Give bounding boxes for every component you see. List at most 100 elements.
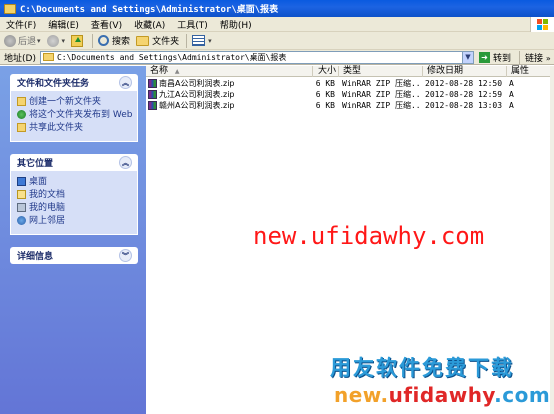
computer-icon	[17, 203, 26, 212]
new-folder-icon	[17, 97, 26, 106]
other-places-header[interactable]: 其它位置 ︽	[10, 154, 138, 171]
file-type: WinRAR ZIP 压缩...	[342, 101, 421, 110]
go-label: 转到	[492, 53, 511, 64]
panel-body: 创建一个新文件夹 将这个文件夹发布到 Web 共享此文件夹	[10, 91, 138, 142]
place-network[interactable]: 网上邻居	[17, 216, 133, 226]
go-button[interactable]: ➜ 转到	[478, 51, 511, 64]
file-modified: 2012-08-28 13:03	[425, 101, 503, 110]
task-label: 创建一个新文件夹	[29, 97, 102, 107]
column-type-label: 类型	[343, 66, 362, 76]
folders-button[interactable]: 文件夹	[136, 34, 179, 47]
winrar-zip-icon	[148, 101, 157, 110]
search-label: 搜索	[112, 37, 131, 47]
column-header-modified[interactable]: 修改日期	[423, 66, 507, 77]
file-modified: 2012-08-28 12:50	[425, 79, 503, 88]
menu-bar: 文件(F) 编辑(E) 查看(V) 收藏(A) 工具(T) 帮助(H)	[0, 17, 554, 32]
winrar-zip-icon	[148, 79, 157, 88]
column-header-attr[interactable]: 属性	[507, 66, 550, 77]
folder-up-icon	[71, 34, 84, 47]
file-modified: 2012-08-28 12:59	[425, 90, 503, 99]
toolbar-separator	[186, 33, 188, 48]
file-size: 6 KB	[315, 101, 335, 110]
sort-up-icon: ▲	[174, 68, 180, 75]
go-arrow-icon: ➜	[478, 51, 490, 63]
details-header[interactable]: 详细信息 ︾	[10, 247, 138, 264]
task-new-folder[interactable]: 创建一个新文件夹	[17, 97, 133, 107]
folder-icon	[42, 53, 54, 61]
place-label: 我的文档	[29, 190, 66, 200]
menu-view[interactable]: 查看(V)	[91, 18, 122, 31]
window-title: C:\Documents and Settings\Administrator\…	[20, 5, 279, 15]
file-row[interactable]: 赣州A公司利润表.zip 6 KB WinRAR ZIP 压缩... 2012-…	[146, 100, 550, 111]
address-bar: 地址(D) C:\Documents and Settings\Administ…	[0, 50, 554, 65]
file-name: 赣州A公司利润表.zip	[159, 101, 235, 110]
place-label: 我的电脑	[29, 203, 66, 213]
menu-favorites[interactable]: 收藏(A)	[134, 18, 165, 31]
back-button[interactable]: 后退 ▾	[4, 34, 41, 47]
address-input[interactable]: C:\Documents and Settings\Administrator\…	[39, 50, 474, 64]
file-type: WinRAR ZIP 压缩...	[342, 79, 421, 88]
watermark-url-part: .com	[494, 383, 551, 407]
file-row[interactable]: 南昌A公司利润表.zip 6 KB WinRAR ZIP 压缩... 2012-…	[146, 78, 550, 89]
panel-title: 详细信息	[17, 252, 54, 262]
chevron-right-double-icon: »	[545, 53, 551, 63]
search-button[interactable]: 搜索	[98, 34, 130, 47]
file-size: 6 KB	[315, 90, 335, 99]
menu-tools[interactable]: 工具(T)	[177, 18, 208, 31]
watermark-url-logo: new.ufidawhy.com	[334, 383, 550, 407]
file-name-cell: 九江A公司利润表.zip	[146, 89, 313, 100]
column-header-size[interactable]: 大小	[313, 66, 339, 77]
file-name: 南昌A公司利润表.zip	[159, 79, 235, 88]
menu-help[interactable]: 帮助(H)	[220, 18, 252, 31]
place-desktop[interactable]: 桌面	[17, 177, 133, 187]
documents-icon	[17, 190, 26, 199]
toolbar-separator	[92, 33, 94, 48]
place-my-computer[interactable]: 我的电脑	[17, 203, 133, 213]
file-name-cell: 南昌A公司利润表.zip	[146, 78, 313, 89]
chevron-down-icon: ▾	[37, 36, 41, 45]
column-header-name[interactable]: 名称 ▲	[146, 66, 313, 77]
vertical-scroll-track[interactable]	[550, 66, 554, 414]
file-folder-tasks-header[interactable]: 文件和文件夹任务 ︽	[10, 74, 138, 91]
folder-icon	[4, 3, 16, 14]
task-publish-web[interactable]: 将这个文件夹发布到 Web	[17, 110, 133, 120]
panel-title: 其它位置	[17, 159, 54, 169]
file-attr: A	[509, 79, 514, 88]
column-header-type[interactable]: 类型	[339, 66, 423, 77]
menu-file[interactable]: 文件(F)	[6, 18, 36, 31]
file-folder-tasks-panel: 文件和文件夹任务 ︽ 创建一个新文件夹 将这个文件夹发布到 Web 共享此文件夹	[10, 74, 138, 142]
column-modified-label: 修改日期	[427, 66, 464, 76]
task-pane: 文件和文件夹任务 ︽ 创建一个新文件夹 将这个文件夹发布到 Web 共享此文件夹…	[0, 66, 146, 414]
windows-logo-icon	[530, 17, 554, 32]
address-label: 地址(D)	[4, 53, 36, 64]
forward-button[interactable]: ▾	[46, 34, 66, 47]
place-my-documents[interactable]: 我的文档	[17, 190, 133, 200]
menu-edit[interactable]: 编辑(E)	[48, 18, 79, 31]
links-button[interactable]: 链接 »	[518, 50, 551, 64]
watermark-slogan: 用友软件免费下载	[330, 356, 514, 380]
file-name-cell: 赣州A公司利润表.zip	[146, 100, 313, 111]
winrar-zip-icon	[148, 90, 157, 99]
up-button[interactable]	[71, 34, 85, 47]
desktop-icon	[17, 177, 26, 186]
expand-down-icon[interactable]: ︾	[119, 249, 132, 262]
collapse-up-icon[interactable]: ︽	[119, 156, 132, 169]
panel-body: 桌面 我的文档 我的电脑 网上邻居	[10, 171, 138, 235]
views-button[interactable]: ▾	[192, 35, 212, 46]
address-dropdown-button[interactable]: ▼	[461, 51, 473, 63]
panel-title: 文件和文件夹任务	[17, 79, 90, 89]
other-places-panel: 其它位置 ︽ 桌面 我的文档 我的电脑 网上邻居	[10, 154, 138, 235]
task-share-folder[interactable]: 共享此文件夹	[17, 123, 133, 133]
file-attr: A	[509, 101, 514, 110]
file-attr: A	[509, 90, 514, 99]
share-folder-icon	[17, 123, 26, 132]
folder-icon	[136, 35, 150, 46]
file-row[interactable]: 九江A公司利润表.zip 6 KB WinRAR ZIP 压缩... 2012-…	[146, 89, 550, 100]
collapse-up-icon[interactable]: ︽	[119, 76, 132, 89]
search-icon	[98, 35, 110, 46]
file-size: 6 KB	[315, 79, 335, 88]
chevron-down-icon: ▾	[61, 36, 66, 45]
title-bar[interactable]: C:\Documents and Settings\Administrator\…	[0, 0, 554, 17]
column-attr-label: 属性	[511, 66, 530, 76]
task-label: 将这个文件夹发布到 Web	[29, 110, 133, 120]
